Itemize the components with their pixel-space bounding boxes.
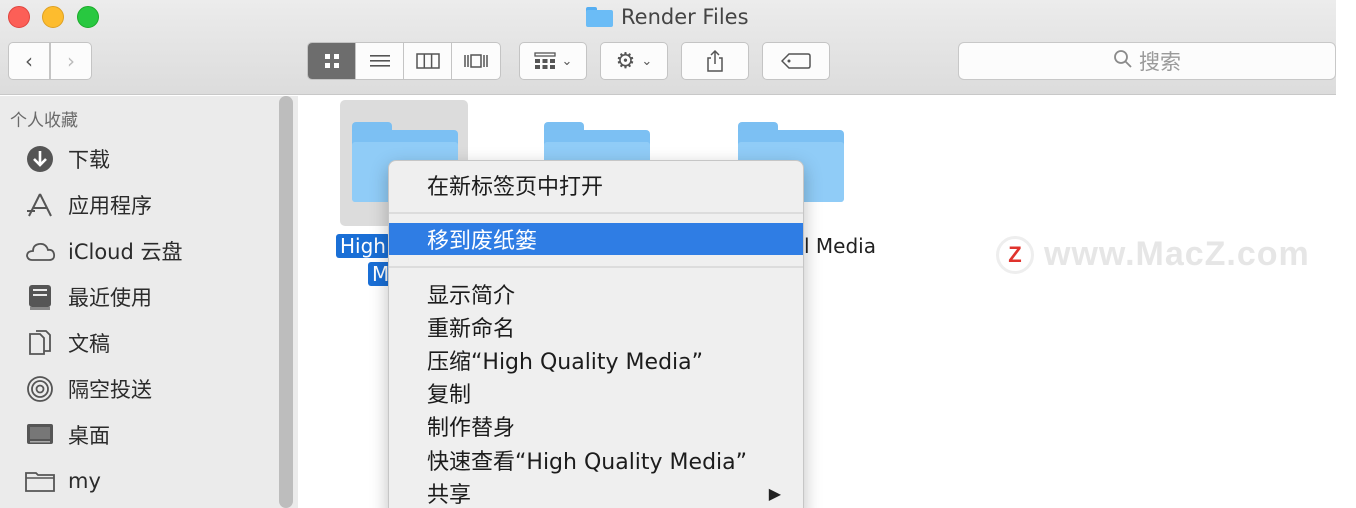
menu-item-make-alias[interactable]: 制作替身 — [389, 410, 803, 442]
download-icon — [24, 143, 56, 175]
search-placeholder: 搜索 — [1139, 50, 1181, 74]
menu-separator — [389, 266, 803, 268]
gear-icon: ⚙ — [615, 48, 636, 74]
sidebar-item-applications[interactable]: 应用程序 — [24, 187, 152, 223]
watermark-logo: Z — [996, 235, 1034, 274]
search-field[interactable]: 搜索 — [958, 42, 1336, 80]
tag-icon — [781, 53, 811, 69]
list-view-button[interactable] — [356, 43, 404, 79]
sidebar-item-documents[interactable]: 文稿 — [24, 325, 110, 361]
menu-item-get-info[interactable]: 显示简介 — [389, 278, 803, 310]
sidebar-item-my[interactable]: my — [24, 463, 101, 499]
zoom-window-button[interactable] — [77, 6, 99, 28]
sidebar-item-label: 桌面 — [68, 424, 110, 448]
sidebar-item-label: 应用程序 — [68, 194, 152, 218]
sidebar-item-label: 文稿 — [68, 332, 110, 356]
folder-icon — [586, 7, 613, 27]
sidebar-item-icloud[interactable]: iCloud 云盘 — [24, 233, 183, 269]
sidebar-section-favorites: 个人收藏 — [10, 111, 78, 131]
sidebar-item-label: 隔空投送 — [68, 378, 152, 402]
back-button[interactable]: ‹ — [8, 42, 50, 80]
sidebar-item-label: my — [68, 469, 101, 493]
menu-item-rename[interactable]: 重新命名 — [389, 311, 803, 343]
desktop-icon — [24, 419, 56, 451]
documents-icon — [24, 327, 56, 359]
chevron-right-icon: › — [67, 49, 75, 73]
sidebar-item-label: iCloud 云盘 — [68, 240, 183, 264]
sidebar-item-desktop[interactable]: 桌面 — [24, 417, 110, 453]
share-button[interactable] — [681, 42, 749, 80]
group-by-button[interactable]: ⌄ — [519, 42, 587, 80]
action-button[interactable]: ⚙ ⌄ — [600, 42, 668, 80]
minimize-window-button[interactable] — [42, 6, 64, 28]
sidebar-item-label: 下载 — [68, 148, 110, 172]
sidebar-item-downloads[interactable]: 下载 — [24, 141, 110, 177]
sidebar-item-airdrop[interactable]: 隔空投送 — [24, 371, 152, 407]
submenu-arrow-icon: ▶ — [768, 483, 781, 503]
sidebar-item-recents[interactable]: 最近使用 — [24, 279, 152, 315]
grid-icon — [324, 54, 339, 68]
window-title-text: Render Files — [621, 5, 749, 29]
tags-button[interactable] — [762, 42, 830, 80]
menu-item-share[interactable]: 共享 ▶ — [389, 477, 803, 508]
list-icon — [369, 55, 390, 67]
watermark: Z www.MacZ.com — [996, 235, 1310, 274]
recents-icon — [24, 281, 56, 313]
close-window-button[interactable] — [8, 6, 30, 28]
menu-item-move-to-trash[interactable]: 移到废纸篓 — [389, 223, 803, 255]
chevron-down-icon: ⌄ — [561, 53, 573, 69]
context-menu: 在新标签页中打开 移到废纸篓 显示简介 重新命名 压缩“High Quality… — [388, 160, 804, 508]
applications-icon — [24, 189, 56, 221]
watermark-text: www.MacZ.com — [1044, 235, 1310, 273]
window-title: Render Files — [586, 4, 749, 30]
forward-button[interactable]: › — [50, 42, 92, 80]
menu-item-duplicate[interactable]: 复制 — [389, 377, 803, 409]
search-icon — [1113, 49, 1133, 74]
icon-view-button[interactable] — [308, 43, 356, 79]
menu-item-label: 共享 — [427, 483, 472, 508]
menu-item-open-in-new-tab[interactable]: 在新标签页中打开 — [389, 169, 803, 201]
title-bar: Render Files ‹ › ⌄ ⚙ ⌄ 搜索 — [0, 0, 1336, 95]
sidebar-item-label: 最近使用 — [68, 286, 152, 310]
menu-item-quick-look[interactable]: 快速查看“High Quality Media” — [389, 444, 803, 476]
menu-item-compress[interactable]: 压缩“High Quality Media” — [389, 344, 803, 376]
arrange-grid-icon — [533, 52, 556, 69]
chevron-left-icon: ‹ — [25, 49, 33, 73]
sidebar-scrollbar[interactable] — [279, 96, 293, 508]
chevron-down-icon: ⌄ — [641, 53, 653, 69]
folder-label[interactable]: l Media — [804, 234, 876, 258]
menu-separator — [389, 212, 803, 214]
share-icon — [707, 49, 723, 72]
gallery-view-button[interactable] — [452, 43, 500, 79]
gallery-icon — [464, 54, 488, 68]
selected-folder-label-line1[interactable]: High — [336, 234, 390, 258]
folder-icon — [24, 465, 56, 497]
column-view-button[interactable] — [404, 43, 452, 79]
sidebar: 个人收藏 下载 应用程序 iCloud 云盘 最近使用 文稿 隔空投送 桌面 m… — [0, 96, 298, 508]
cloud-icon — [24, 235, 56, 267]
airdrop-icon — [24, 373, 56, 405]
view-mode-switcher — [307, 42, 501, 80]
columns-icon — [415, 53, 440, 69]
